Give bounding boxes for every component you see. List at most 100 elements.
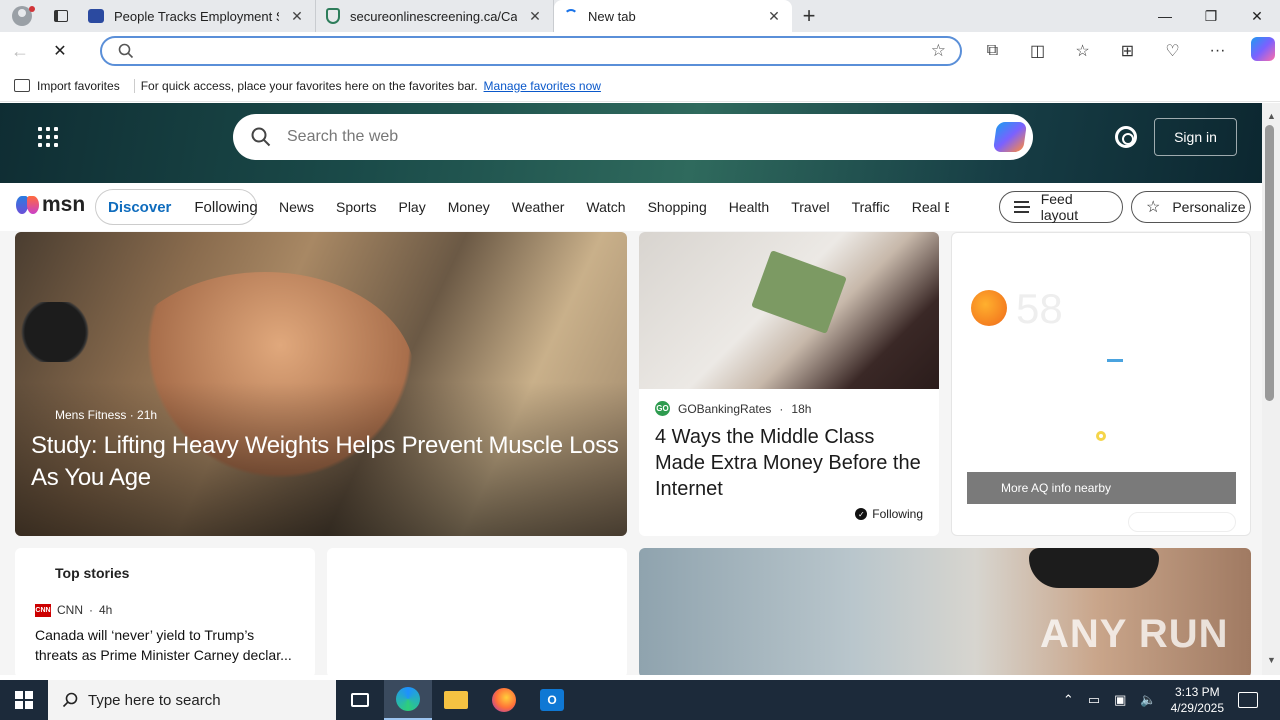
outlook-app[interactable]: O [528,680,576,720]
task-view-button[interactable] [336,680,384,720]
apps-grid-icon[interactable] [38,127,58,147]
category-real-estate[interactable]: Real E [912,199,949,215]
task-view-icon [351,693,369,707]
import-favorites-label: Import favorites [37,78,120,93]
firefox-icon [492,688,516,712]
notifications-icon[interactable] [1238,692,1258,708]
favorites-icon[interactable]: ☆ [1060,41,1105,61]
scroll-up-icon[interactable]: ▲ [1267,111,1276,121]
taskbar-search-placeholder: Type here to search [88,691,221,709]
tab-following[interactable]: Following [194,199,257,216]
category-traffic[interactable]: Traffic [852,199,890,215]
more-icon[interactable]: ··· [1195,42,1240,60]
category-news[interactable]: News [279,199,314,215]
chevron-up-icon[interactable]: ⌃ [1063,692,1074,708]
article-source: Mens Fitness [55,408,127,422]
device-icon[interactable]: ▭ [1088,692,1100,708]
clock-date: 4/29/2025 [1170,701,1224,715]
category-watch[interactable]: Watch [586,199,625,215]
category-shopping[interactable]: Shopping [648,199,707,215]
following-label: Following [872,507,923,521]
feed-layout-label: Feed layout [1040,191,1079,223]
scroll-down-icon[interactable]: ▼ [1267,655,1276,665]
tab-new-tab[interactable]: New tab ✕ [554,0,792,32]
msn-new-tab-page: Sign in msn Discover Following News Spor… [0,103,1262,675]
cnn-logo-icon: CNN [35,603,51,617]
new-tab-button[interactable]: + [792,0,826,32]
volume-icon[interactable]: 🔈 [1140,692,1156,708]
msn-butterfly-icon [16,194,40,216]
scroll-thumb[interactable] [1265,125,1274,401]
more-aq-button[interactable]: More AQ info nearby [967,472,1236,504]
favorites-hint: For quick access, place your favorites h… [140,78,478,93]
settings-gear-icon[interactable] [1115,126,1137,148]
search-icon [118,43,134,59]
profile-button[interactable] [0,0,44,32]
hero-background: Sign in [0,103,1262,183]
minimize-button[interactable]: — [1142,0,1188,32]
following-badge[interactable]: ✓ Following [855,507,923,521]
page-scrollbar[interactable]: ▲ ▼ [1262,103,1280,675]
tab-secureonlinescreening[interactable]: secureonlinescreening.ca/Candid ✕ [316,0,554,32]
tab-actions-icon [54,10,68,22]
money-article-card[interactable]: GO GOBankingRates · 18h 4 Ways the Middle … [639,232,939,536]
refresh-icon[interactable]: ✕ [40,32,80,70]
category-weather[interactable]: Weather [512,199,565,215]
category-travel[interactable]: Travel [791,199,829,215]
restore-button[interactable]: ❐ [1188,0,1234,32]
article-title[interactable]: Study: Lifting Heavy Weights Helps Preve… [31,430,621,494]
search-icon [62,692,78,708]
windows-start-icon[interactable] [0,680,48,720]
edge-taskbar-app[interactable] [384,680,432,720]
tab-title: People Tracks Employment Scree [114,8,279,24]
toolbar-icons: ⧉ ◫ ☆ ⊞ ♡ ··· [970,32,1280,70]
split-screen-icon[interactable]: ◫ [1015,41,1060,61]
tab-discover[interactable]: Discover [108,199,171,216]
msn-nav-bar: msn Discover Following News Sports Play … [0,183,1262,231]
hero-article-card[interactable]: Mens Fitness · 21h Study: Lifting Heavy … [15,232,627,536]
category-play[interactable]: Play [398,199,425,215]
tab-people-tracks[interactable]: People Tracks Employment Scree ✕ [78,0,316,32]
story-age: 4h [99,603,113,617]
close-tab-icon[interactable]: ✕ [289,8,305,25]
copilot-button[interactable] [1240,36,1280,66]
sign-in-button[interactable]: Sign in [1154,118,1237,156]
web-search-input[interactable] [287,128,995,146]
personalize-button[interactable]: ☆ Personalize [1131,191,1251,223]
back-icon[interactable]: ← [0,32,40,70]
weather-card[interactable]: 58 More AQ info nearby [951,232,1251,536]
browser-toolbar: ← ✕ ☆ ⧉ ◫ ☆ ⊞ ♡ ··· [0,32,1280,70]
import-favorites-button[interactable]: Import favorites [14,78,135,93]
article-meta: Mens Fitness · 21h [55,408,158,422]
category-sports[interactable]: Sports [336,199,376,215]
category-money[interactable]: Money [448,199,490,215]
story-title[interactable]: Canada will ‘never’ yield to Trump’s thr… [35,625,300,665]
close-window-button[interactable]: ✕ [1234,0,1280,32]
close-tab-icon[interactable]: ✕ [766,8,782,25]
collections-icon[interactable]: ⊞ [1105,41,1150,61]
copilot-icon[interactable] [992,122,1028,152]
article-meta: GO GOBankingRates · 18h [655,401,812,416]
address-bar[interactable]: ☆ [100,36,962,66]
tab-title: secureonlinescreening.ca/Candid [350,8,517,24]
tab-actions-button[interactable] [44,0,78,32]
extensions-icon[interactable]: ⧉ [970,42,1015,60]
firefox-app[interactable] [480,680,528,720]
web-search-box[interactable] [233,114,1033,160]
msn-logo[interactable]: msn [16,193,85,217]
top-stories-heading[interactable]: Top stories [55,565,129,581]
manage-favorites-link[interactable]: Manage favorites now [484,79,601,93]
article-title[interactable]: 4 Ways the Middle Class Made Extra Money… [655,424,925,502]
close-tab-icon[interactable]: ✕ [527,8,543,25]
gobankingrates-logo-icon: GO [655,401,670,416]
network-icon[interactable]: ▣ [1114,692,1126,708]
article-source: GOBankingRates [678,401,772,416]
file-explorer-app[interactable] [432,680,480,720]
feed-layout-button[interactable]: Feed layout [999,191,1123,223]
taskbar-search[interactable]: Type here to search [48,680,336,720]
browser-essentials-icon[interactable]: ♡ [1150,41,1195,61]
favorite-star-icon[interactable]: ☆ [931,41,946,61]
aq-marker-icon [1096,431,1106,441]
clock[interactable]: 3:13 PM 4/29/2025 [1171,684,1224,716]
category-health[interactable]: Health [729,199,769,215]
